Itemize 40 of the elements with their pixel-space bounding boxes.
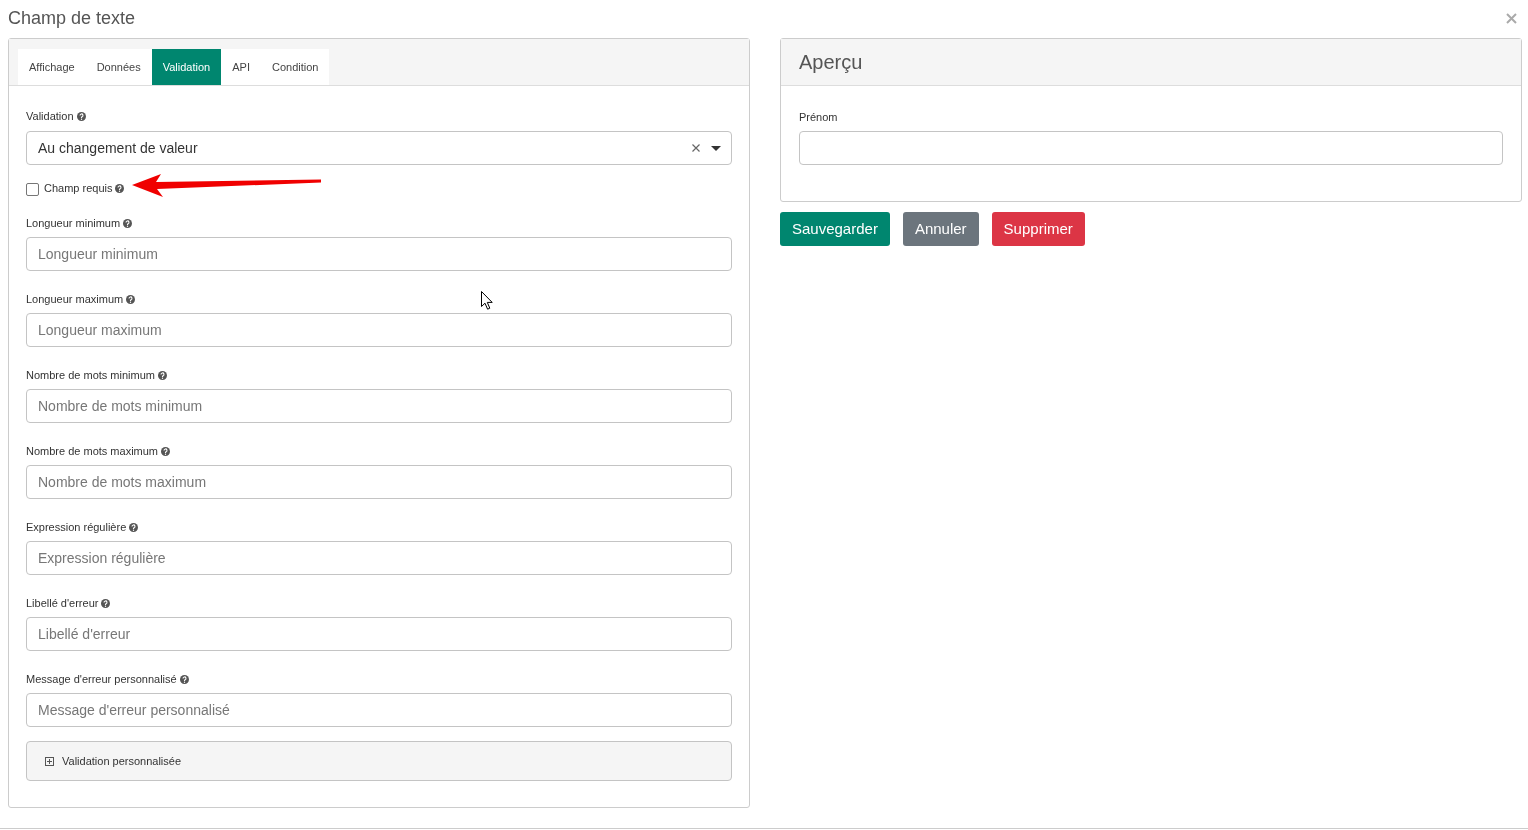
help-icon[interactable]	[158, 370, 167, 380]
dialog-title: Champ de texte	[8, 6, 136, 29]
text-input[interactable]	[799, 131, 1503, 165]
action-button[interactable]: Supprimer	[991, 212, 1085, 246]
field-label: Prénom	[799, 110, 839, 125]
input-field[interactable]: Libellé d'erreur	[26, 617, 732, 651]
help-icon[interactable]	[115, 183, 125, 193]
help-icon[interactable]	[179, 674, 189, 684]
checkbox[interactable]	[26, 183, 39, 196]
caret-icon[interactable]	[711, 145, 721, 151]
field-label: Expression régulière	[26, 520, 127, 535]
field-label: Validation	[26, 109, 74, 124]
field-label: Longueur maximum	[26, 292, 124, 307]
panel-title: Aperçu	[799, 50, 863, 74]
input-field[interactable]: Expression régulière	[26, 541, 732, 575]
validation-select[interactable]: Au changement de valeur	[26, 131, 732, 165]
help-icon[interactable]	[129, 522, 139, 532]
input-field[interactable]: Message d'erreur personnalisé	[26, 693, 732, 727]
checkbox-label[interactable]: Champ requis	[44, 180, 113, 196]
field-label: Nombre de mots maximum	[26, 444, 159, 459]
help-icon[interactable]	[126, 294, 136, 304]
mouse-pointer-icon	[481, 291, 494, 310]
input-field[interactable]: Longueur maximum	[26, 313, 732, 347]
field-label: Libellé d'erreur	[26, 596, 99, 611]
clear-icon[interactable]	[692, 144, 700, 152]
action-button[interactable]: Annuler	[902, 212, 979, 246]
help-icon[interactable]	[161, 446, 171, 456]
input-field[interactable]: Nombre de mots minimum	[26, 389, 732, 423]
help-icon[interactable]	[123, 218, 133, 228]
action-button[interactable]: Sauvegarder	[780, 212, 890, 246]
help-icon[interactable]	[101, 598, 111, 608]
input-field[interactable]: Longueur minimum	[26, 237, 732, 271]
field-label: Message d'erreur personnalisé	[26, 672, 177, 687]
field-label: Nombre de mots minimum	[26, 368, 155, 383]
input-field[interactable]: Nombre de mots maximum	[26, 465, 732, 499]
help-icon[interactable]	[76, 111, 86, 121]
field-label: Longueur minimum	[26, 216, 121, 231]
expand-icon	[45, 756, 54, 766]
collapsible-header[interactable]: Validation personnalisée	[26, 741, 732, 781]
tab[interactable]: Validation	[151, 49, 222, 85]
